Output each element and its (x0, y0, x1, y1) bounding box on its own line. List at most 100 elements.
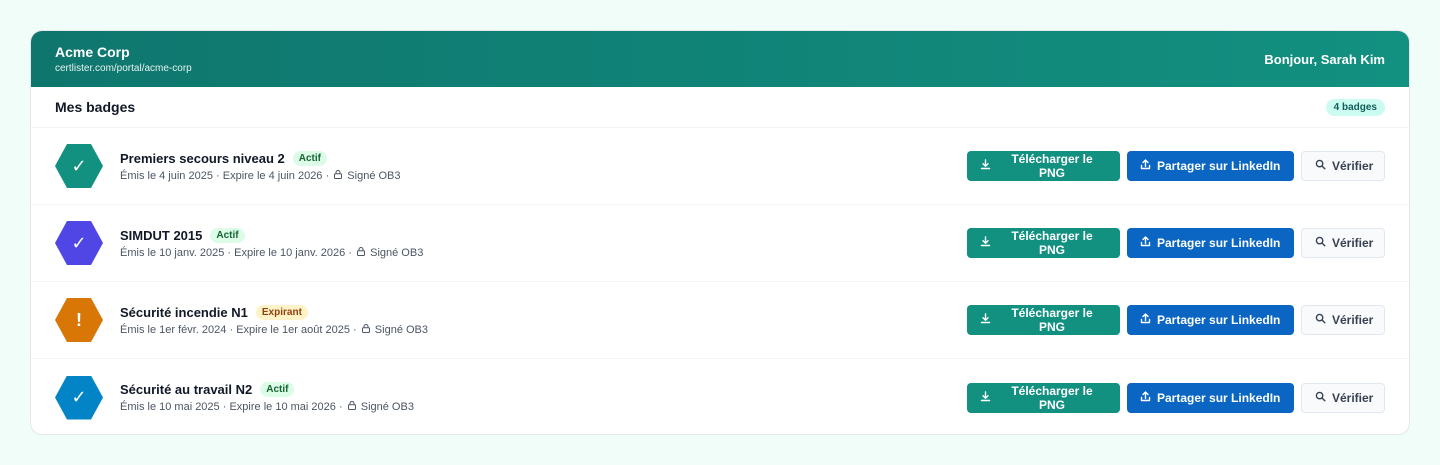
badge-count-pill: 4 badges (1325, 98, 1385, 116)
download-icon (980, 236, 991, 250)
badge-actions: Télécharger le PNG Partager sur LinkedIn… (967, 228, 1385, 258)
badge-hexagon-icon: ✓ (55, 221, 103, 265)
search-icon (1315, 159, 1326, 173)
download-png-button[interactable]: Télécharger le PNG (967, 305, 1120, 335)
meta-separator: · (353, 323, 360, 336)
expiry-date: Expire le 1er août 2025 (236, 323, 350, 336)
download-png-button[interactable]: Télécharger le PNG (967, 382, 1120, 413)
section-title: Mes badges (55, 99, 136, 115)
badge-row-1: ✓ Premiers secours niveau 2 Actif Émis l… (31, 128, 1409, 205)
badge-title: Sécurité incendie N1 (120, 304, 248, 320)
download-label: Télécharger le PNG (1011, 152, 1093, 180)
signature-label: Signé OB3 (374, 323, 428, 336)
share-linkedin-button[interactable]: Partager sur LinkedIn (1127, 305, 1294, 335)
check-icon: ✓ (71, 232, 87, 253)
expiry-date: Expire le 10 mai 2026 (229, 401, 336, 413)
badge-info: Sécurité incendie N1 Expirant Émis le 1e… (120, 304, 967, 336)
badge-row-4: ✓ Sécurité au travail N2 Actif Émis le 1… (31, 359, 1409, 434)
share-icon (1140, 390, 1151, 405)
share-icon (1140, 313, 1151, 327)
issued-date: Émis le 1er févr. 2024 (120, 323, 227, 336)
download-png-button[interactable]: Télécharger le PNG (967, 228, 1120, 258)
badge-info: Premiers secours niveau 2 Actif Émis le … (120, 150, 967, 182)
issued-date: Émis le 10 janv. 2025 (120, 246, 225, 259)
share-icon (1140, 159, 1151, 173)
verify-label: Vérifier (1332, 236, 1374, 250)
share-label: Partager sur LinkedIn (1157, 236, 1281, 250)
status-badge: Expirant (255, 304, 308, 320)
verify-button[interactable]: Vérifier (1301, 382, 1385, 413)
issued-date: Émis le 4 juin 2025 (120, 169, 213, 182)
portal-header: Acme Corp certlister.com/portal/acme-cor… (31, 31, 1409, 87)
badge-actions: Télécharger le PNG Partager sur LinkedIn… (967, 151, 1385, 181)
meta-separator: · (216, 169, 223, 182)
meta-separator: · (338, 401, 346, 413)
badge-row-3: ! Sécurité incendie N1 Expirant Émis le … (31, 282, 1409, 359)
warning-icon: ! (76, 309, 82, 330)
lock-icon (334, 169, 343, 182)
verify-label: Vérifier (1332, 390, 1374, 405)
badge-meta: Émis le 1er févr. 2024 · Expire le 1er a… (120, 324, 967, 336)
expiry-date: Expire le 4 juin 2026 (222, 169, 323, 182)
verify-label: Vérifier (1332, 159, 1374, 173)
meta-separator: · (325, 169, 333, 182)
org-name: Acme Corp (55, 43, 130, 60)
lock-icon (357, 246, 366, 259)
verify-button[interactable]: Vérifier (1301, 228, 1385, 258)
download-icon (980, 390, 991, 405)
badge-row-2: ✓ SIMDUT 2015 Actif Émis le 10 janv. 202… (31, 205, 1409, 282)
verify-button[interactable]: Vérifier (1301, 305, 1385, 335)
badge-meta: Émis le 4 juin 2025 · Expire le 4 juin 2… (120, 170, 967, 182)
verify-label: Vérifier (1332, 313, 1374, 327)
badge-hexagon-icon: ✓ (55, 144, 103, 188)
signature-label: Signé OB3 (370, 246, 424, 259)
share-label: Partager sur LinkedIn (1157, 159, 1281, 173)
meta-separator: · (348, 246, 356, 259)
download-label: Télécharger le PNG (1011, 229, 1093, 257)
check-icon: ✓ (71, 155, 87, 176)
org-url: certlister.com/portal/acme-corp (55, 62, 192, 74)
download-icon (980, 159, 991, 173)
search-icon (1315, 236, 1326, 250)
share-linkedin-button[interactable]: Partager sur LinkedIn (1127, 382, 1294, 413)
user-greeting: Bonjour, Sarah Kim (1264, 51, 1385, 67)
download-label: Télécharger le PNG (1011, 383, 1093, 412)
expiry-date: Expire le 10 janv. 2026 (234, 246, 346, 259)
signature-label: Signé OB3 (360, 401, 414, 413)
badge-info: SIMDUT 2015 Actif Émis le 10 janv. 2025 … (120, 227, 967, 259)
badge-title-line: Premiers secours niveau 2 Actif (120, 150, 967, 166)
badge-list: ✓ Premiers secours niveau 2 Actif Émis l… (31, 128, 1409, 434)
share-label: Partager sur LinkedIn (1157, 390, 1281, 405)
badge-meta: Émis le 10 janv. 2025 · Expire le 10 jan… (120, 247, 967, 259)
badge-actions: Télécharger le PNG Partager sur LinkedIn… (967, 382, 1385, 413)
badge-title: SIMDUT 2015 (120, 227, 203, 243)
share-icon (1140, 236, 1151, 250)
download-png-button[interactable]: Télécharger le PNG (967, 151, 1120, 181)
check-icon: ✓ (71, 387, 87, 407)
download-icon (980, 313, 991, 327)
search-icon (1315, 313, 1326, 327)
section-header: Mes badges 4 badges (31, 87, 1409, 128)
lock-icon (361, 323, 370, 336)
badge-info: Sécurité au travail N2 Actif Émis le 10 … (120, 382, 967, 413)
status-badge: Actif (210, 227, 245, 243)
badge-title: Premiers secours niveau 2 (120, 150, 285, 166)
issued-date: Émis le 10 mai 2025 (120, 401, 220, 413)
badge-title: Sécurité au travail N2 (120, 382, 253, 397)
status-badge: Actif (260, 382, 295, 397)
share-label: Partager sur LinkedIn (1157, 313, 1281, 327)
share-linkedin-button[interactable]: Partager sur LinkedIn (1127, 228, 1294, 258)
badge-title-line: Sécurité au travail N2 Actif (120, 382, 967, 397)
download-label: Télécharger le PNG (1011, 306, 1093, 334)
search-icon (1315, 391, 1326, 405)
badge-hexagon-icon: ! (55, 298, 103, 342)
signature-label: Signé OB3 (347, 169, 401, 182)
lock-icon (347, 401, 356, 413)
org-block: Acme Corp certlister.com/portal/acme-cor… (55, 44, 192, 75)
badge-title-line: SIMDUT 2015 Actif (120, 227, 967, 243)
share-linkedin-button[interactable]: Partager sur LinkedIn (1127, 151, 1294, 181)
status-badge: Actif (292, 150, 327, 166)
badges-card: Acme Corp certlister.com/portal/acme-cor… (30, 30, 1410, 435)
verify-button[interactable]: Vérifier (1301, 151, 1385, 181)
badge-hexagon-icon: ✓ (55, 375, 103, 420)
